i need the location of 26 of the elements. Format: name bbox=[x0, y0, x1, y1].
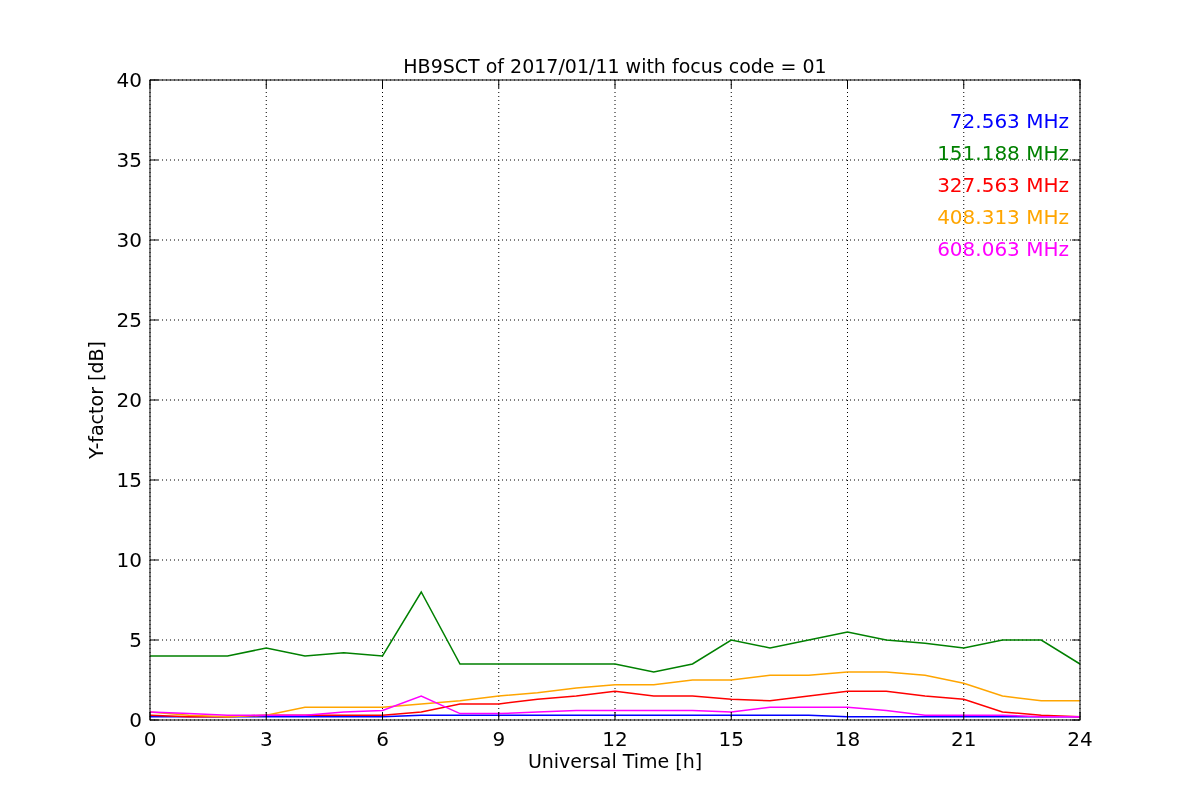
x-tick-label: 9 bbox=[492, 727, 506, 751]
y-tick-label: 25 bbox=[116, 308, 142, 332]
x-tick-label: 18 bbox=[834, 727, 861, 751]
x-tick-label: 0 bbox=[143, 727, 157, 751]
legend-label: 408.313 MHz bbox=[937, 205, 1069, 229]
x-tick-label: 15 bbox=[718, 727, 744, 751]
y-tick-label: 30 bbox=[116, 228, 142, 252]
legend-label: 608.063 MHz bbox=[937, 237, 1069, 261]
x-tick-label: 21 bbox=[951, 727, 977, 751]
y-axis-label: Y-factor [dB] bbox=[85, 341, 107, 459]
y-tick-label: 0 bbox=[129, 708, 142, 732]
x-axis-label: Universal Time [h] bbox=[527, 750, 703, 772]
chart-title: HB9SCT of 2017/01/11 with focus code = 01 bbox=[403, 55, 827, 77]
x-tick-label: 6 bbox=[376, 727, 389, 751]
legend-label: 327.563 MHz bbox=[937, 173, 1069, 197]
x-tick-label: 24 bbox=[1067, 727, 1093, 751]
legend-label: 151.188 MHz bbox=[937, 141, 1069, 165]
y-tick-label: 40 bbox=[116, 68, 142, 92]
y-tick-label: 5 bbox=[129, 628, 142, 652]
legend-label: 72.563 MHz bbox=[949, 109, 1069, 133]
x-tick-label: 12 bbox=[602, 727, 628, 751]
y-tick-label: 15 bbox=[116, 468, 142, 492]
y-tick-label: 35 bbox=[116, 148, 142, 172]
x-tick-label: 3 bbox=[259, 727, 273, 751]
y-tick-label: 20 bbox=[116, 388, 142, 412]
y-tick-label: 10 bbox=[116, 548, 142, 572]
